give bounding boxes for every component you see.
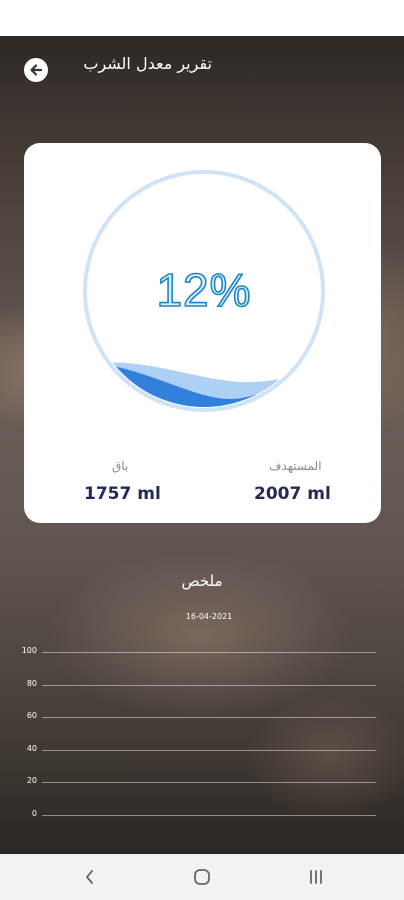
progress-gauge: 12% [80, 167, 328, 415]
y-tick-label: 40 [26, 744, 37, 753]
arrow-left-icon [30, 64, 43, 76]
back-button[interactable] [24, 58, 48, 82]
gridline [42, 652, 376, 653]
nav-recents-button[interactable] [296, 862, 336, 892]
recents-icon [310, 870, 322, 884]
summary-title: ملخص [181, 572, 223, 590]
gridline [42, 717, 376, 718]
y-tick-label: 0 [31, 809, 37, 818]
summary-date: 16-04-2021 [185, 612, 233, 621]
intake-card: 12% باق 1757 ml المستهدف 2007 ml [24, 143, 381, 523]
gridline [42, 685, 376, 686]
home-icon [194, 869, 210, 885]
app-header: تقرير معدل الشرب [0, 36, 404, 100]
page-title: تقرير معدل الشرب [83, 54, 212, 73]
target-label: المستهدف [269, 459, 322, 473]
target-value: 2007 ml [254, 484, 331, 504]
gridline [42, 815, 376, 816]
chevron-left-icon [86, 870, 93, 884]
y-tick-label: 100 [21, 646, 37, 655]
intake-chart: 100 80 60 40 20 0 [0, 640, 404, 840]
nav-back-button[interactable] [70, 862, 110, 892]
remaining-label: باق [112, 459, 129, 473]
y-tick-label: 20 [26, 776, 37, 785]
gridline [42, 750, 376, 751]
y-tick-label: 80 [26, 679, 37, 688]
percent-text: 12% [156, 263, 252, 317]
status-bar [0, 0, 404, 36]
gridline [42, 782, 376, 783]
remaining-value: 1757 ml [84, 484, 161, 504]
y-tick-label: 60 [26, 711, 37, 720]
nav-home-button[interactable] [182, 862, 222, 892]
system-nav-bar [0, 854, 404, 900]
